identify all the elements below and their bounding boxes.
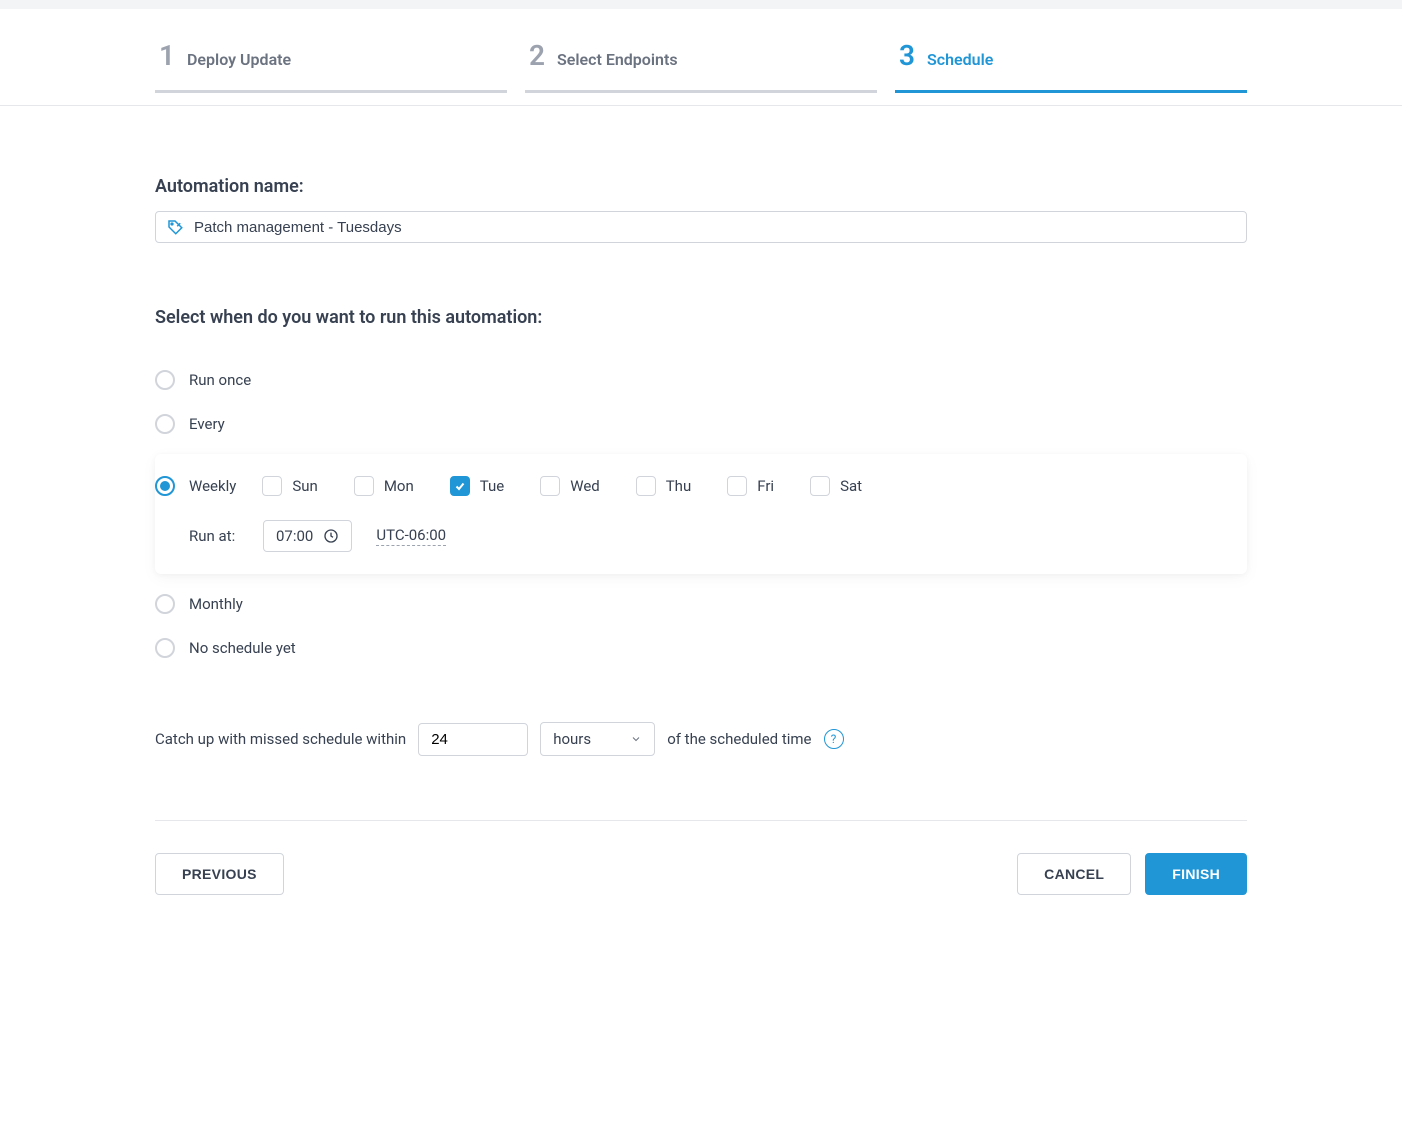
radio-weekly[interactable]	[155, 476, 175, 496]
timezone-link[interactable]: UTC-06:00	[376, 526, 446, 546]
day-tue-label: Tue	[480, 477, 504, 495]
radio-no-schedule[interactable]	[155, 638, 175, 658]
radio-run-once-label: Run once	[189, 371, 251, 389]
step-label: Deploy Update	[187, 50, 291, 69]
top-strip	[0, 0, 1402, 9]
checkbox-mon[interactable]	[354, 476, 374, 496]
radio-every-label: Every	[189, 415, 225, 433]
step-label: Select Endpoints	[557, 50, 678, 69]
days-row: Sun Mon Tue Wed	[262, 476, 862, 496]
tag-icon	[166, 218, 184, 236]
checkbox-sat[interactable]	[810, 476, 830, 496]
clock-icon	[323, 528, 339, 544]
step-select-endpoints[interactable]: 2 Select Endpoints	[525, 9, 877, 105]
day-thu-label: Thu	[666, 477, 691, 495]
run-at-label: Run at:	[189, 527, 249, 545]
day-thu[interactable]: Thu	[636, 476, 691, 496]
catchup-row: Catch up with missed schedule within hou…	[155, 722, 1247, 756]
step-label: Schedule	[927, 50, 993, 69]
automation-name-label: Automation name:	[155, 176, 1247, 197]
step-underline	[525, 90, 877, 93]
help-icon[interactable]: ?	[824, 729, 844, 749]
day-wed[interactable]: Wed	[540, 476, 600, 496]
day-sun-label: Sun	[292, 477, 317, 495]
automation-name-input[interactable]	[194, 219, 1236, 236]
step-underline	[895, 90, 1247, 93]
day-mon[interactable]: Mon	[354, 476, 414, 496]
day-fri-label: Fri	[757, 477, 774, 495]
radio-weekly-row[interactable]: Weekly	[155, 476, 236, 496]
day-sun[interactable]: Sun	[262, 476, 317, 496]
radio-no-schedule-row[interactable]: No schedule yet	[155, 626, 1247, 670]
radio-every-row[interactable]: Every	[155, 402, 1247, 446]
day-fri[interactable]: Fri	[727, 476, 774, 496]
catchup-unit-select[interactable]: hours	[540, 722, 655, 756]
step-number: 2	[529, 39, 545, 72]
checkbox-tue[interactable]	[450, 476, 470, 496]
cancel-button[interactable]: CANCEL	[1017, 853, 1131, 895]
catchup-prefix: Catch up with missed schedule within	[155, 730, 406, 748]
radio-every[interactable]	[155, 414, 175, 434]
step-deploy-update[interactable]: 1 Deploy Update	[155, 9, 507, 105]
day-sat[interactable]: Sat	[810, 476, 862, 496]
automation-name-input-wrap[interactable]	[155, 211, 1247, 243]
step-number: 3	[899, 39, 915, 72]
step-number: 1	[159, 39, 175, 72]
radio-monthly-row[interactable]: Monthly	[155, 582, 1247, 626]
stepper-bar: 1 Deploy Update 2 Select Endpoints 3 Sch…	[0, 9, 1402, 106]
day-sat-label: Sat	[840, 477, 862, 495]
weekly-panel: Weekly Sun Mon Tue	[155, 454, 1247, 574]
run-at-time-value: 07:00	[276, 527, 313, 545]
footer: PREVIOUS CANCEL FINISH	[155, 820, 1247, 895]
catchup-suffix: of the scheduled time	[667, 730, 811, 748]
checkbox-fri[interactable]	[727, 476, 747, 496]
content: Automation name: Select when do you want…	[155, 106, 1247, 935]
day-tue[interactable]: Tue	[450, 476, 504, 496]
radio-monthly[interactable]	[155, 594, 175, 614]
finish-button[interactable]: FINISH	[1145, 853, 1247, 895]
chevron-down-icon	[630, 733, 642, 745]
radio-run-once[interactable]	[155, 370, 175, 390]
checkbox-sun[interactable]	[262, 476, 282, 496]
catchup-value-input[interactable]	[418, 723, 528, 756]
day-wed-label: Wed	[570, 477, 600, 495]
radio-run-once-row[interactable]: Run once	[155, 358, 1247, 402]
step-schedule[interactable]: 3 Schedule	[895, 9, 1247, 105]
day-mon-label: Mon	[384, 477, 414, 495]
radio-monthly-label: Monthly	[189, 595, 243, 613]
step-underline	[155, 90, 507, 93]
checkbox-wed[interactable]	[540, 476, 560, 496]
checkbox-thu[interactable]	[636, 476, 656, 496]
catchup-unit-value: hours	[553, 730, 591, 748]
run-at-time-input[interactable]: 07:00	[263, 520, 352, 552]
schedule-question: Select when do you want to run this auto…	[155, 307, 1247, 328]
radio-no-schedule-label: No schedule yet	[189, 639, 296, 657]
previous-button[interactable]: PREVIOUS	[155, 853, 284, 895]
radio-weekly-label: Weekly	[189, 477, 236, 495]
